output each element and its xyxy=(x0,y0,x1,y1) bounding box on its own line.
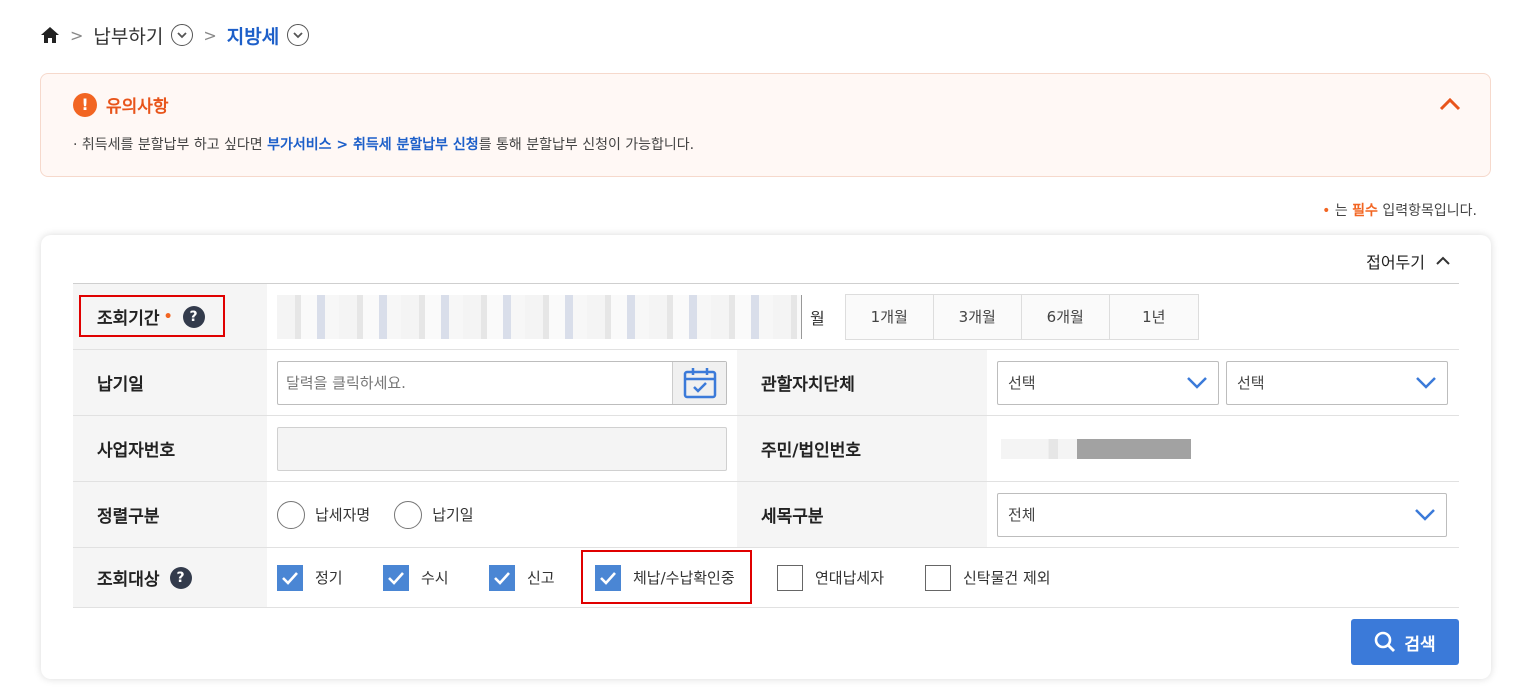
label-sort: 정렬구분 xyxy=(73,482,267,547)
row-period: 조회기간 • ? 월 1개월 3개월 6개월 1년 xyxy=(73,284,1459,350)
chevron-down-icon xyxy=(1416,377,1436,389)
search-icon xyxy=(1375,631,1396,652)
period-3-month-button[interactable]: 3개월 xyxy=(933,294,1022,339)
label-jurisdiction: 관할자치단체 xyxy=(737,350,987,415)
breadcrumb-item-local-tax[interactable]: 지방세 xyxy=(227,22,279,49)
checkbox-unchecked[interactable] xyxy=(925,564,951,591)
highlight-box-arrears xyxy=(581,550,752,604)
checkbox-checked[interactable] xyxy=(383,564,409,591)
jurisdiction-select-2[interactable]: 선택 xyxy=(1226,360,1448,405)
jurisdiction-select-1[interactable]: 선택 xyxy=(997,360,1219,405)
chevron-up-icon[interactable] xyxy=(1438,96,1462,116)
notice-link[interactable]: 부가서비스 > 취득세 분할납부 신청 xyxy=(267,137,479,153)
notice-text: · 취득세를 분할납부 하고 싶다면 부가서비스 > 취득세 분할납부 신청를 … xyxy=(73,137,695,153)
sort-option-taxpayer[interactable]: 납세자명 xyxy=(277,500,370,529)
checkbox-unchecked[interactable] xyxy=(777,564,803,591)
period-unit: 월 xyxy=(810,308,825,328)
period-6-month-button[interactable]: 6개월 xyxy=(1021,294,1110,339)
target-checkbox-occasional[interactable]: 수시 xyxy=(383,564,489,591)
row-pay-date: 납기일 달력을 클릭하세요. 관할자치단체 선택 선택 xyxy=(73,350,1459,416)
label-biz-number: 사업자번호 xyxy=(73,416,267,481)
target-checkbox-joint[interactable]: 연대납세자 xyxy=(777,564,925,591)
breadcrumb-separator: > xyxy=(70,25,84,45)
period-quick-buttons: 1개월 3개월 6개월 1년 xyxy=(844,293,1199,340)
target-checkbox-report[interactable]: 신고 xyxy=(489,564,595,591)
target-checkbox-regular[interactable]: 정기 xyxy=(277,564,383,591)
required-note: • 는 필수 입력항목입니다. xyxy=(1322,203,1477,219)
resident-number-value xyxy=(1001,438,1191,459)
radio-button[interactable] xyxy=(394,500,423,529)
search-card: 접어두기 조회기간 • ? 월 1개월 3개월 6개월 1년 납기일 달력을 클… xyxy=(41,235,1491,679)
period-range-input[interactable] xyxy=(277,294,802,339)
calendar-icon[interactable] xyxy=(672,361,726,404)
target-checkbox-trust[interactable]: 신탁물건 제외 xyxy=(925,564,1051,591)
pay-date-input[interactable]: 달력을 클릭하세요. xyxy=(277,360,727,405)
row-target: 조회대상 ? 정기 수시 신고 체납/수납확인중 연대납세자 신탁물건 제외 xyxy=(73,548,1459,608)
home-icon[interactable] xyxy=(40,25,60,45)
chevron-down-icon[interactable] xyxy=(287,24,310,46)
search-button[interactable]: 검색 xyxy=(1351,619,1459,665)
chevron-down-icon xyxy=(1187,377,1207,389)
chevron-down-icon[interactable] xyxy=(171,24,194,46)
notice-panel: ! 유의사항 · 취득세를 분할납부 하고 싶다면 부가서비스 > 취득세 분할… xyxy=(40,73,1491,177)
row-sort: 정렬구분 납세자명 납기일 세목구분 전체 xyxy=(73,482,1459,548)
row-biz-number: 사업자번호 주민/법인번호 xyxy=(73,416,1459,482)
period-1-month-button[interactable]: 1개월 xyxy=(845,294,934,339)
radio-button[interactable] xyxy=(277,500,305,529)
notice-title: 유의사항 xyxy=(106,97,169,117)
label-resident-number: 주민/법인번호 xyxy=(737,416,987,481)
checkbox-checked[interactable] xyxy=(489,564,515,591)
label-tax-type: 세목구분 xyxy=(737,482,987,547)
chevron-down-icon xyxy=(1415,509,1435,521)
label-target: 조회대상 ? xyxy=(73,548,267,607)
breadcrumb-item-payment[interactable]: 납부하기 xyxy=(93,22,163,49)
chevron-up-icon xyxy=(1436,256,1450,265)
warning-icon: ! xyxy=(73,92,97,117)
label-pay-date: 납기일 xyxy=(73,350,267,415)
highlight-box-period xyxy=(79,295,225,337)
sort-option-pay-date[interactable]: 납기일 xyxy=(394,500,474,529)
help-icon[interactable]: ? xyxy=(169,566,192,589)
fold-button[interactable]: 접어두기 xyxy=(1366,249,1451,273)
breadcrumb-separator: > xyxy=(203,25,217,45)
period-1-year-button[interactable]: 1년 xyxy=(1109,294,1198,339)
checkbox-checked[interactable] xyxy=(277,564,303,591)
search-form-table: 조회기간 • ? 월 1개월 3개월 6개월 1년 납기일 달력을 클릭하세요. xyxy=(73,283,1459,608)
breadcrumb: > 납부하기 > 지방세 xyxy=(40,20,310,50)
biz-number-input xyxy=(277,426,727,471)
tax-type-select[interactable]: 전체 xyxy=(997,492,1447,537)
